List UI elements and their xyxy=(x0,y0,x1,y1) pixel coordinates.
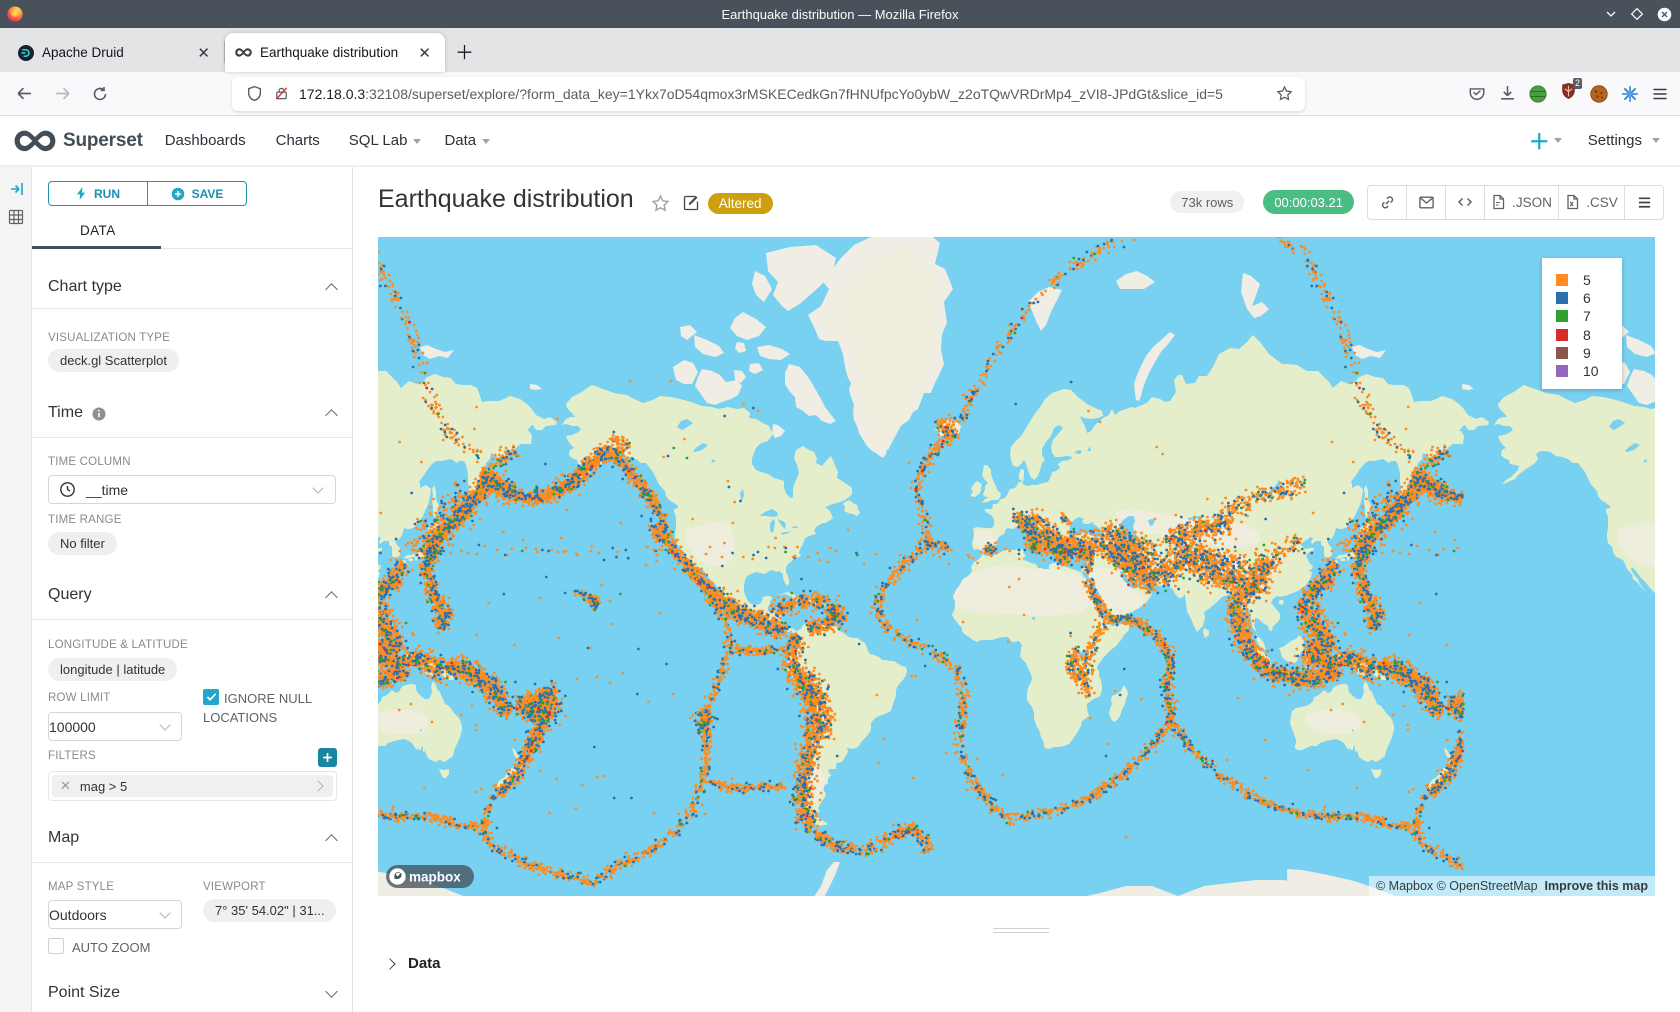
svg-text:mapbox: mapbox xyxy=(409,870,461,885)
